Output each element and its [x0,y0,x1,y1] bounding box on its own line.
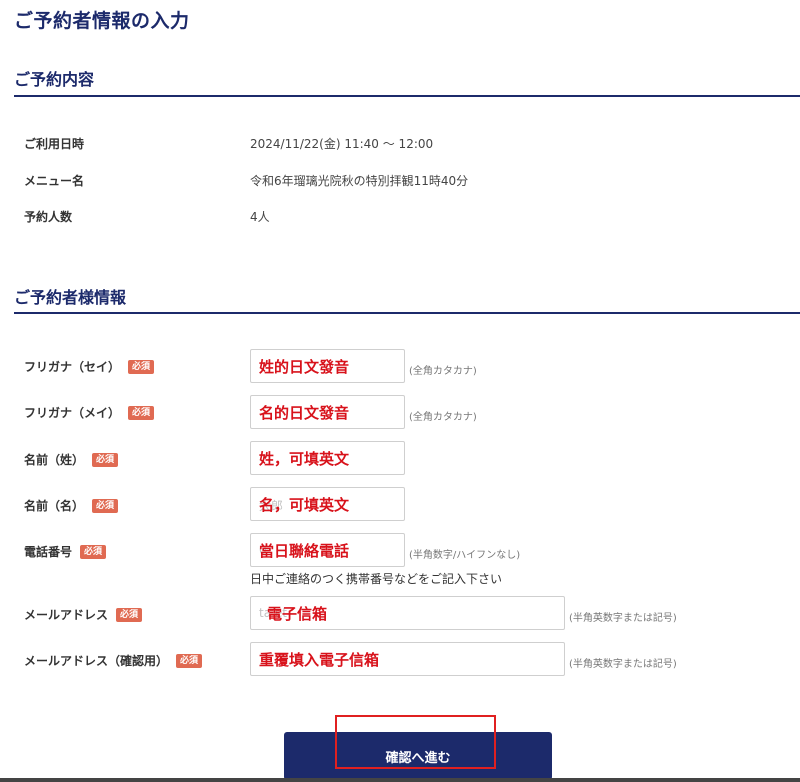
email-confirm-hint: (半角英数字または記号) [569,659,677,670]
required-badge: 必須 [92,452,119,467]
email-hint: (半角英数字または記号) [569,613,677,624]
annotation-text: 名，可填英文 [259,495,350,514]
phone-label: 電話番号 必須 [24,543,107,560]
annotation-text: 姓，可填英文 [259,449,350,468]
email-confirm-label: メールアドレス（確認用） 必須 [24,652,203,669]
annotation-text: 重覆填入電子信箱 [259,650,380,669]
party-size-value: 4人 [250,210,270,224]
first-name-input[interactable]: 太郎 名，可填英文 [250,487,405,521]
required-badge: 必須 [92,498,119,513]
required-badge: 必須 [128,359,155,374]
page-title: ご予約者情報の入力 [14,10,190,32]
menu-name-label: メニュー名 [24,174,85,188]
usage-datetime-value: 2024/11/22(金) 11:40 〜 12:00 [250,137,434,151]
first-name-label: 名前（名） 必須 [24,497,119,514]
furigana-sei-hint: (全角カタカナ) [409,366,477,377]
bottom-bar [0,778,800,782]
email-input[interactable]: ta et 電子信箱 [250,596,565,630]
menu-name-value: 令和6年瑠璃光院秋の特別拝観11時40分 [250,174,469,188]
section-divider [14,95,800,97]
phone-hint: (半角数字/ハイフンなし) [409,550,521,561]
required-badge: 必須 [116,607,143,622]
required-badge: 必須 [176,653,203,668]
usage-datetime-label: ご利用日時 [24,137,85,151]
required-badge: 必須 [128,405,155,420]
reservation-details-heading: ご予約内容 [14,70,95,89]
confirm-button[interactable]: 確認へ進む [284,732,552,780]
required-badge: 必須 [80,544,107,559]
furigana-mei-hint: (全角カタカナ) [409,412,477,423]
booker-info-heading: ご予約者様情報 [14,288,127,307]
furigana-sei-input[interactable]: 姓的日文發音 [250,349,405,383]
phone-input[interactable]: 0 當日聯絡電話 [250,533,405,567]
section-divider [14,312,800,314]
last-name-label: 名前（姓） 必須 [24,451,119,468]
furigana-sei-label: フリガナ（セイ） 必須 [24,358,155,375]
annotation-text: 姓的日文發音 [259,357,350,376]
email-confirm-input[interactable]: 重覆填入電子信箱 [250,642,565,676]
last-name-input[interactable]: 姓，可填英文 [250,441,405,475]
annotation-text: 當日聯絡電話 [259,541,350,560]
annotation-text: 電子信箱 [267,604,328,623]
annotation-text: 名的日文發音 [259,403,350,422]
party-size-label: 予約人数 [24,210,73,224]
furigana-mei-label: フリガナ（メイ） 必須 [24,404,155,421]
furigana-mei-input[interactable]: 名的日文發音 [250,395,405,429]
email-label: メールアドレス 必須 [24,606,143,623]
phone-note: 日中ご連絡のつく携帯番号などをご記入下さい [250,572,503,586]
